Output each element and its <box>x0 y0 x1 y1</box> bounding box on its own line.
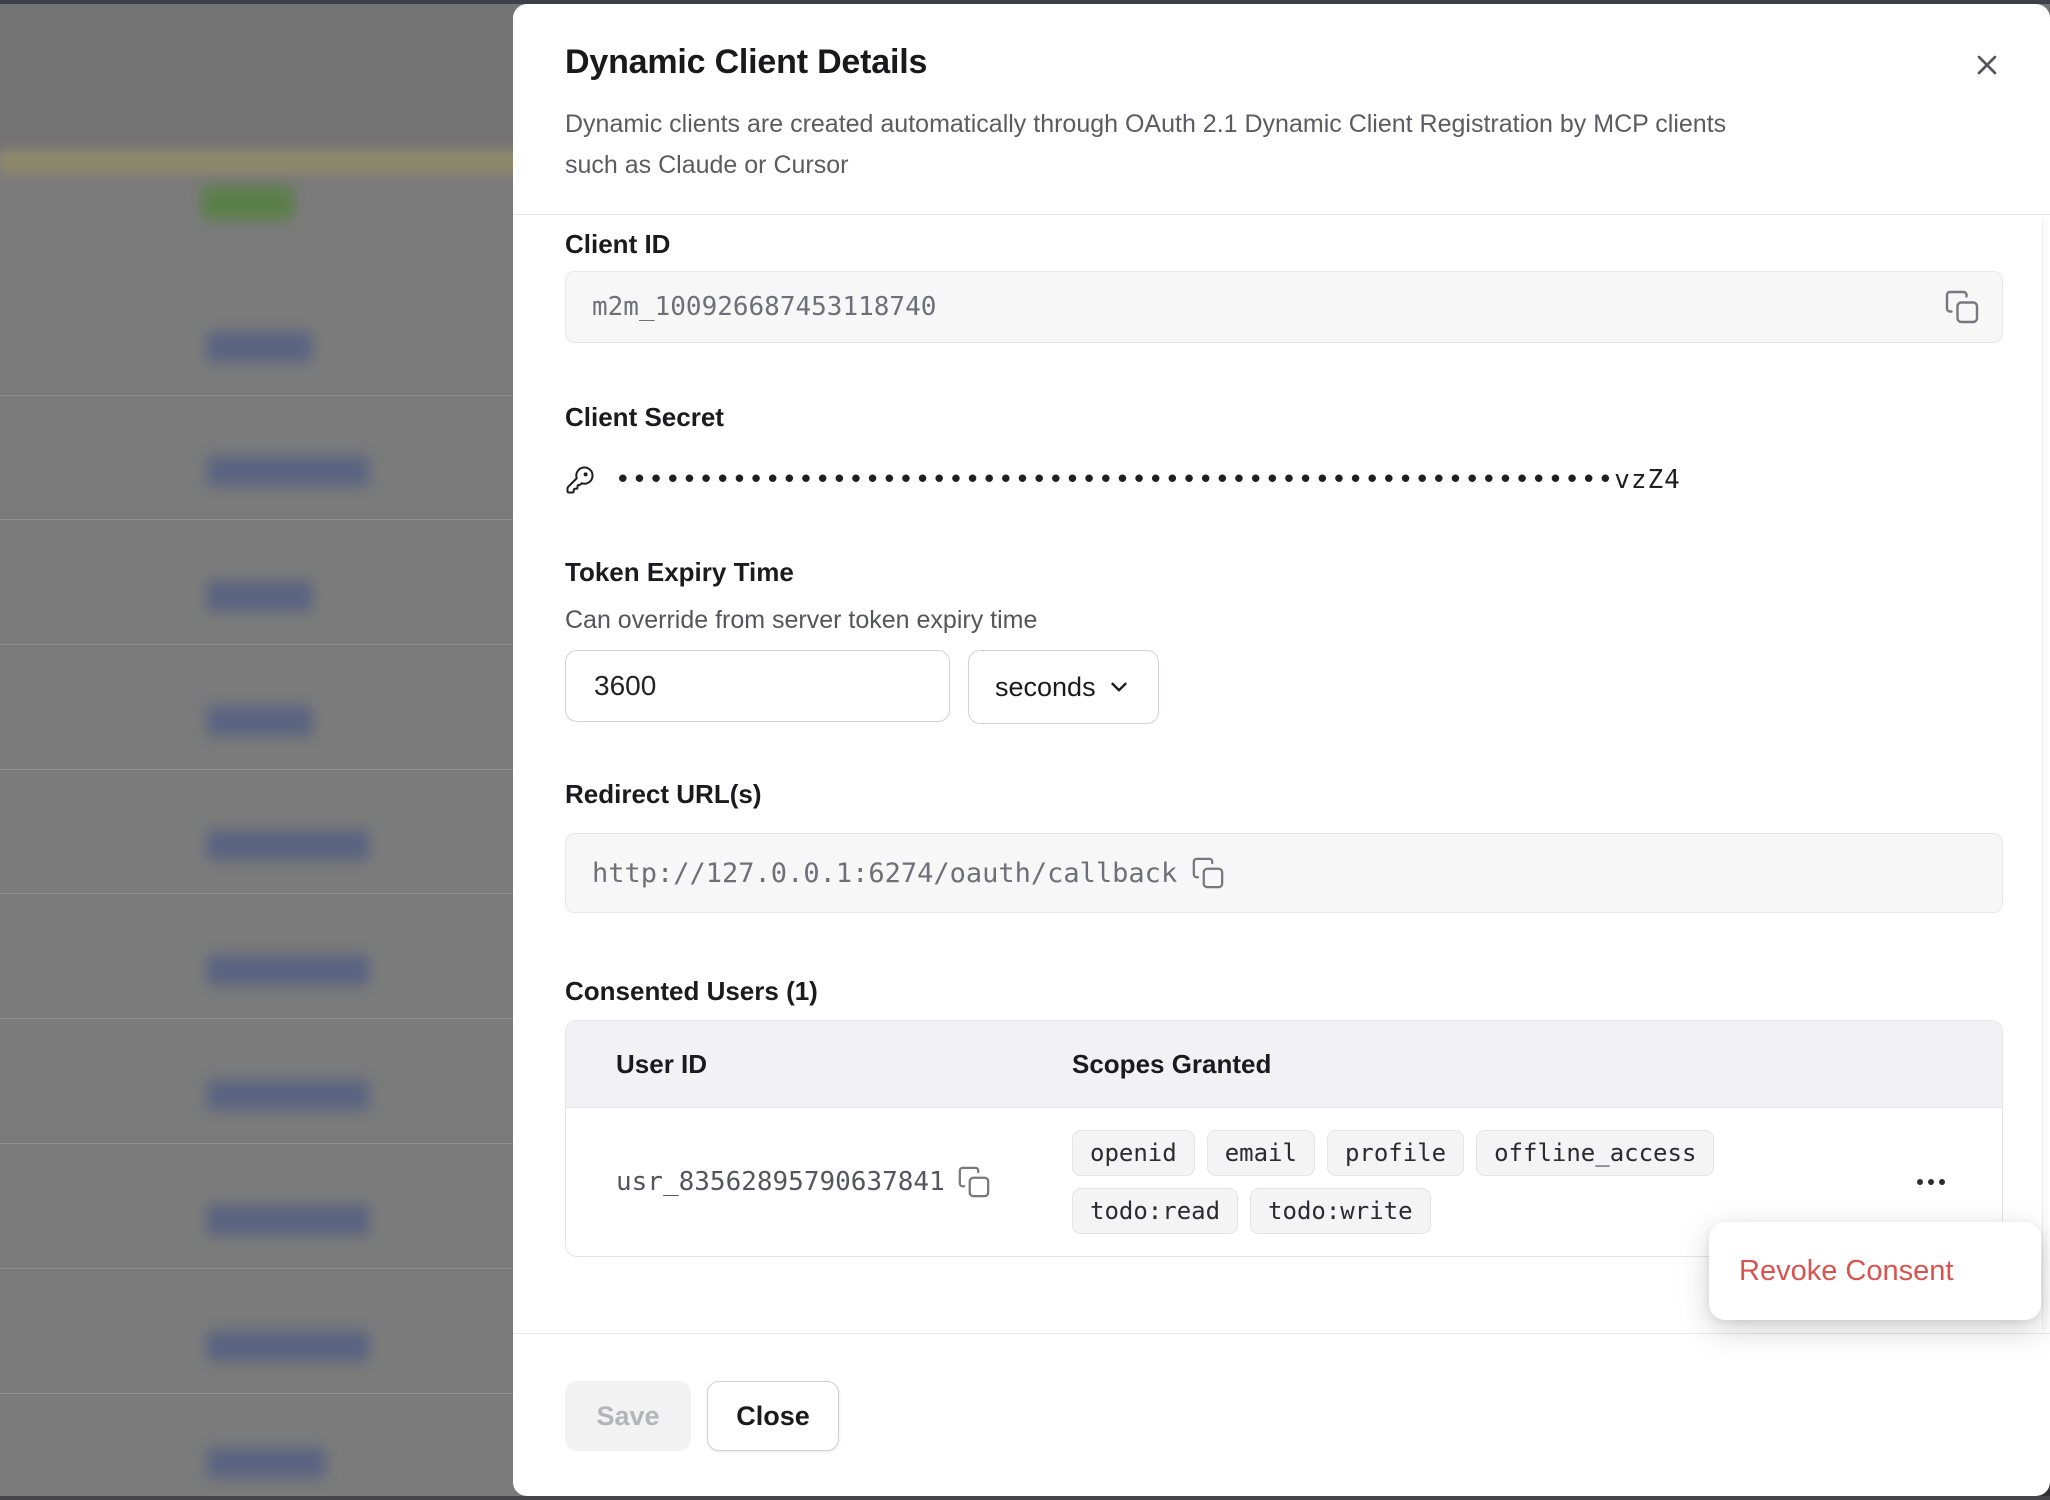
dialog-description: Dynamic clients are created automaticall… <box>565 104 2003 186</box>
close-dialog-button[interactable] <box>1964 42 2010 88</box>
scope-chip: todo:read <box>1072 1188 1238 1234</box>
copy-icon <box>957 1165 991 1199</box>
row-actions-menu-button[interactable] <box>1908 1170 1954 1194</box>
close-button[interactable]: Close <box>707 1381 839 1451</box>
copy-user-id-button[interactable] <box>957 1165 991 1199</box>
dialog-description-line: Dynamic clients are created automaticall… <box>565 104 2003 145</box>
redirect-urls-label: Redirect URL(s) <box>565 779 2003 809</box>
blurred-link <box>207 955 369 985</box>
blurred-status-badge <box>202 186 294 220</box>
secret-mask-dots: ••••••••••••••••••••••••••••••••••••••••… <box>615 465 1614 495</box>
column-header-user-id: User ID <box>566 1049 1072 1080</box>
client-id-value: m2m_100926687453118740 <box>592 292 936 322</box>
client-secret-row: ••••••••••••••••••••••••••••••••••••••••… <box>565 462 2003 498</box>
dynamic-client-details-dialog: Dynamic Client Details Dynamic clients a… <box>513 4 2050 1496</box>
row-divider <box>0 893 513 894</box>
row-divider <box>0 519 513 520</box>
secret-visible-suffix: vzZ4 <box>1614 465 1681 495</box>
scope-chip: offline_access <box>1476 1130 1714 1176</box>
column-header-scopes-granted: Scopes Granted <box>1072 1049 1732 1080</box>
consented-users-label: Consented Users (1) <box>565 976 2003 1006</box>
copy-redirect-url-button[interactable] <box>1191 856 1225 890</box>
token-expiry-input[interactable] <box>565 650 950 722</box>
client-id-label: Client ID <box>565 229 2003 259</box>
scopes-cell: openid email profile offline_access todo… <box>1072 1130 1732 1234</box>
x-icon <box>1971 49 2003 81</box>
client-secret-label: Client Secret <box>565 402 2003 432</box>
copy-client-id-button[interactable] <box>1944 289 1980 325</box>
token-expiry-unit-value: seconds <box>995 672 1096 703</box>
copy-icon <box>1944 289 1980 325</box>
token-expiry-unit-select[interactable]: seconds <box>968 650 1159 724</box>
user-id-value: usr_83562895790637841 <box>616 1167 945 1197</box>
token-expiry-label: Token Expiry Time <box>565 557 2003 587</box>
scope-chip: todo:write <box>1250 1188 1431 1234</box>
copy-icon <box>1191 856 1225 890</box>
ellipsis-icon <box>1914 1176 1948 1188</box>
row-divider <box>0 395 513 396</box>
table-header-row: User ID Scopes Granted <box>566 1021 2002 1108</box>
client-secret-masked-value[interactable]: ••••••••••••••••••••••••••••••••••••••••… <box>615 465 1681 495</box>
blurred-link <box>207 581 312 611</box>
token-expiry-helper: Can override from server token expiry ti… <box>565 605 2003 635</box>
chevron-down-icon <box>1106 674 1132 700</box>
blurred-link <box>207 1331 369 1361</box>
revoke-consent-menu-item[interactable]: Revoke Consent <box>1739 1255 1953 1288</box>
blurred-link <box>207 332 312 362</box>
token-expiry-controls: seconds <box>565 650 2003 724</box>
page-bottom-bar <box>0 1496 2050 1500</box>
dialog-footer: Save Close <box>513 1333 2050 1451</box>
dialog-title: Dynamic Client Details <box>565 40 2003 84</box>
row-divider <box>0 1018 513 1019</box>
blurred-link <box>207 1448 325 1478</box>
row-divider <box>0 1393 513 1394</box>
dialog-description-line: such as Claude or Cursor <box>565 145 2003 186</box>
redirect-url-value: http://127.0.0.1:6274/oauth/callback <box>592 858 1177 889</box>
row-divider <box>0 644 513 645</box>
row-actions-context-menu: Revoke Consent <box>1709 1222 2041 1320</box>
scope-chip: openid <box>1072 1130 1195 1176</box>
key-icon <box>565 465 595 495</box>
blurred-link <box>207 1080 369 1110</box>
dialog-header: Dynamic Client Details Dynamic clients a… <box>513 4 2050 215</box>
dialog-body: Client ID m2m_100926687453118740 Client … <box>513 229 2050 1257</box>
scope-chip: profile <box>1327 1130 1464 1176</box>
blurred-link <box>207 456 369 486</box>
blurred-link <box>207 830 369 860</box>
row-divider <box>0 1268 513 1269</box>
scope-chip: email <box>1207 1130 1315 1176</box>
row-divider <box>0 1143 513 1144</box>
row-divider <box>0 769 513 770</box>
user-id-cell: usr_83562895790637841 <box>566 1165 1072 1199</box>
blurred-link <box>207 706 312 736</box>
save-button[interactable]: Save <box>565 1381 691 1451</box>
redirect-url-field: http://127.0.0.1:6274/oauth/callback <box>565 833 2003 913</box>
dialog-scrollbar[interactable] <box>2042 219 2048 1331</box>
client-id-field: m2m_100926687453118740 <box>565 271 2003 343</box>
blurred-link <box>207 1205 369 1235</box>
